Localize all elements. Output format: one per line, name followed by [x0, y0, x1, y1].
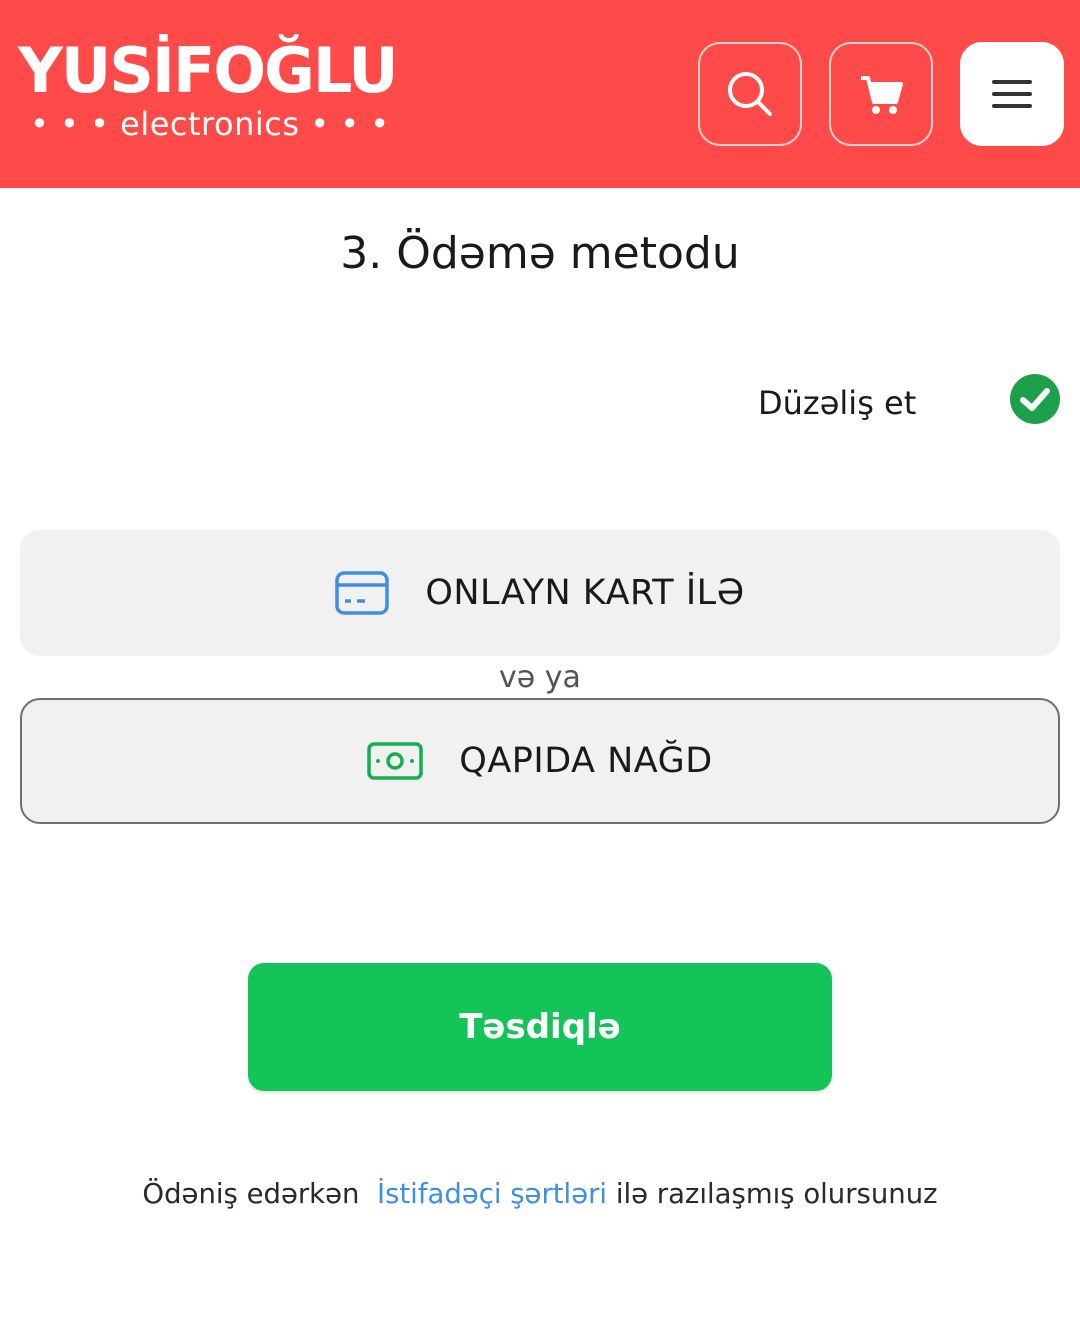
option-label: QAPIDA NAĞD [459, 741, 713, 781]
terms-link[interactable]: İstifadəçi şərtləri [377, 1178, 607, 1210]
cart-button[interactable] [829, 42, 933, 146]
pay-cash-on-delivery-option[interactable]: QAPIDA NAĞD [20, 698, 1060, 824]
credit-card-icon [335, 571, 390, 615]
terms-suffix: ilə razılaşmış olursunuz [615, 1178, 938, 1210]
logo-subtitle: • • • electronics • • • [30, 105, 390, 143]
search-icon [728, 72, 772, 116]
option-label: ONLAYN KART İLƏ [425, 573, 745, 613]
menu-button[interactable] [960, 42, 1064, 146]
hamburger-menu-icon [992, 80, 1032, 108]
cash-icon [367, 741, 424, 781]
cart-icon [861, 76, 903, 114]
terms-notice: Ödəniş edərkən İstifadəçi şərtləri ilə r… [0, 1178, 1080, 1210]
site-header: YUSİFOĞLU • • • electronics • • • [0, 0, 1080, 188]
terms-prefix: Ödəniş edərkən [142, 1178, 360, 1210]
check-circle-icon [1010, 374, 1060, 424]
confirm-button[interactable]: Təsdiqlə [248, 963, 832, 1091]
edit-link[interactable]: Düzəliş et [758, 384, 916, 422]
page-title: 3. Ödəmə metodu [340, 228, 740, 279]
search-button[interactable] [698, 42, 802, 146]
pay-online-card-option[interactable]: ONLAYN KART İLƏ [20, 530, 1060, 656]
logo-title[interactable]: YUSİFOĞLU [18, 40, 399, 102]
or-separator: və ya [499, 660, 581, 695]
